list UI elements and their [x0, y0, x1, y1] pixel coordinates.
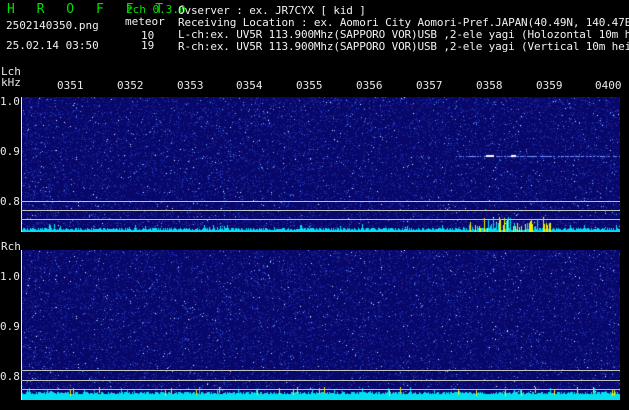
observer-info: Ovserver : ex. JR7CYX [ kid ]: [178, 4, 366, 17]
lch-tick-1-0: 1.0: [0, 95, 20, 108]
time-label-0352: 0352: [117, 79, 144, 92]
rch-tick-1-0: 1.0: [0, 270, 20, 283]
time-label-0358: 0358: [476, 79, 503, 92]
version-label: 2ch 0.3.0: [126, 3, 186, 16]
lch-guide-line: [21, 201, 620, 202]
rch-label: Rch: [1, 240, 21, 253]
datetime-label: 25.02.14 03:50: [6, 39, 99, 52]
lch-spectrogram-canvas: [21, 97, 620, 232]
rch-tick-0-9: 0.9: [0, 320, 20, 333]
rch-left-axis: [21, 250, 22, 400]
hrofft-window: H R O F F T 2ch 0.3.0 2502140350.png 25.…: [0, 0, 629, 410]
rch-guide-line: [21, 380, 620, 381]
rch-info: R-ch:ex. UV5R 113.900Mhz(SAPPORO VOR)USB…: [178, 40, 629, 53]
lch-left-axis: [21, 97, 22, 232]
khz-unit-label: kHz: [1, 76, 21, 89]
rch-guide-line: [21, 370, 620, 371]
meteor-label: meteor: [125, 15, 165, 28]
time-label-0359: 0359: [536, 79, 563, 92]
filename-label: 2502140350.png: [6, 19, 99, 32]
lch-spectrogram: [21, 97, 620, 232]
time-label-0354: 0354: [236, 79, 263, 92]
lch-guide-line: [21, 219, 620, 220]
time-label-0353: 0353: [177, 79, 204, 92]
lch-info: L-ch:ex. UV5R 113.900Mhz(SAPPORO VOR)USB…: [178, 28, 629, 41]
rch-spectrogram-canvas: [21, 250, 620, 400]
meteor-count-rch: 19: [141, 39, 155, 52]
lch-tick-0-8: 0.8: [0, 195, 20, 208]
time-label-0356: 0356: [356, 79, 383, 92]
time-label-0355: 0355: [296, 79, 323, 92]
time-label-0357: 0357: [416, 79, 443, 92]
lch-guide-line: [21, 210, 620, 211]
time-label-0351: 0351: [57, 79, 84, 92]
rch-spectrogram: [21, 250, 620, 400]
lch-tick-0-9: 0.9: [0, 145, 20, 158]
rch-guide-line: [21, 389, 620, 390]
location-info: Receiving Location : ex. Aomori City Aom…: [178, 16, 629, 29]
time-label-0400: 0400: [595, 79, 622, 92]
rch-tick-0-8: 0.8: [0, 370, 20, 383]
